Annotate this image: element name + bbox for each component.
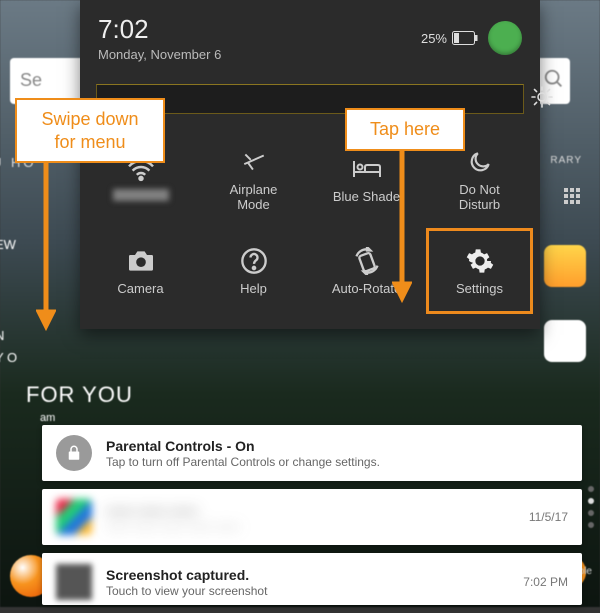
- notification-time: 7:02 PM: [515, 575, 568, 589]
- camera-label: Camera: [117, 282, 163, 297]
- notification-parental-controls[interactable]: Parental Controls - On Tap to turn off P…: [42, 425, 582, 481]
- clock-time: 7:02: [98, 14, 221, 45]
- callout-swipe-down: Swipe down for menu: [15, 98, 165, 163]
- battery-percent: 25%: [421, 31, 447, 46]
- battery-indicator: 25%: [421, 31, 478, 46]
- clock-date: Monday, November 6: [98, 47, 221, 63]
- arrow-swipe-down: [36, 152, 56, 332]
- camera-icon: [126, 244, 156, 278]
- auto-rotate-icon: [353, 244, 381, 278]
- profile-avatar[interactable]: [488, 21, 522, 55]
- notification-time: 11/5/17: [521, 510, 568, 524]
- camera-tile[interactable]: Camera: [86, 227, 195, 315]
- screenshot-thumbnail: [56, 564, 92, 600]
- blue-shade-label: Blue Shade: [333, 190, 400, 205]
- help-label: Help: [240, 282, 267, 297]
- bed-icon: [351, 152, 383, 186]
- nyo-label-stub: N Y O: [0, 325, 17, 369]
- brightness-icon: [530, 85, 554, 114]
- status-bar: 7:02 Monday, November 6 25%: [80, 0, 540, 71]
- notification-title: Parental Controls - On: [106, 438, 568, 454]
- help-tile[interactable]: Help: [199, 227, 308, 315]
- auto-rotate-label: Auto-Rotate: [332, 282, 401, 297]
- search-placeholder-stub: Se: [20, 70, 42, 91]
- page-indicator: [588, 480, 594, 534]
- settings-label: Settings: [456, 282, 503, 297]
- for-you-heading: FOR YOU: [26, 382, 133, 408]
- grid-icon[interactable]: [564, 188, 580, 209]
- help-icon: [240, 244, 268, 278]
- app-icon[interactable]: [544, 245, 586, 287]
- notification-subtitle: Touch to view your screenshot: [106, 584, 501, 598]
- callout-tap-here: Tap here: [345, 108, 465, 151]
- wifi-ssid-blurred: [113, 189, 169, 201]
- lock-icon: [56, 435, 92, 471]
- battery-icon: [452, 31, 478, 45]
- airplane-label: Airplane Mode: [230, 183, 278, 213]
- moon-icon: [467, 145, 493, 179]
- new-label-stub: EW: [0, 237, 16, 252]
- notifications-list: Parental Controls - On Tap to turn off P…: [42, 425, 582, 613]
- settings-tile[interactable]: Settings: [425, 227, 534, 315]
- airplane-icon: [239, 145, 269, 179]
- notification-subtitle: Tap to turn off Parental Controls or cha…: [106, 455, 568, 469]
- gear-icon: [466, 244, 494, 278]
- app-icon-blurred: [56, 499, 92, 535]
- notification-screenshot[interactable]: Screenshot captured. Touch to view your …: [42, 553, 582, 605]
- notification-blurred[interactable]: —— —— ———— —— —— —— —— 11/5/17: [42, 489, 582, 545]
- amazon-logo-stub: am: [40, 412, 55, 424]
- library-tab-stub: RARY: [550, 155, 582, 166]
- airplane-mode-tile[interactable]: Airplane Mode: [199, 135, 308, 223]
- arrow-tap-here: [392, 144, 412, 304]
- notification-title: Screenshot captured.: [106, 567, 501, 583]
- dnd-label: Do Not Disturb: [459, 183, 500, 213]
- app-icon[interactable]: [544, 320, 586, 362]
- quick-settings-panel: 7:02 Monday, November 6 25% Airplane Mod…: [80, 0, 540, 329]
